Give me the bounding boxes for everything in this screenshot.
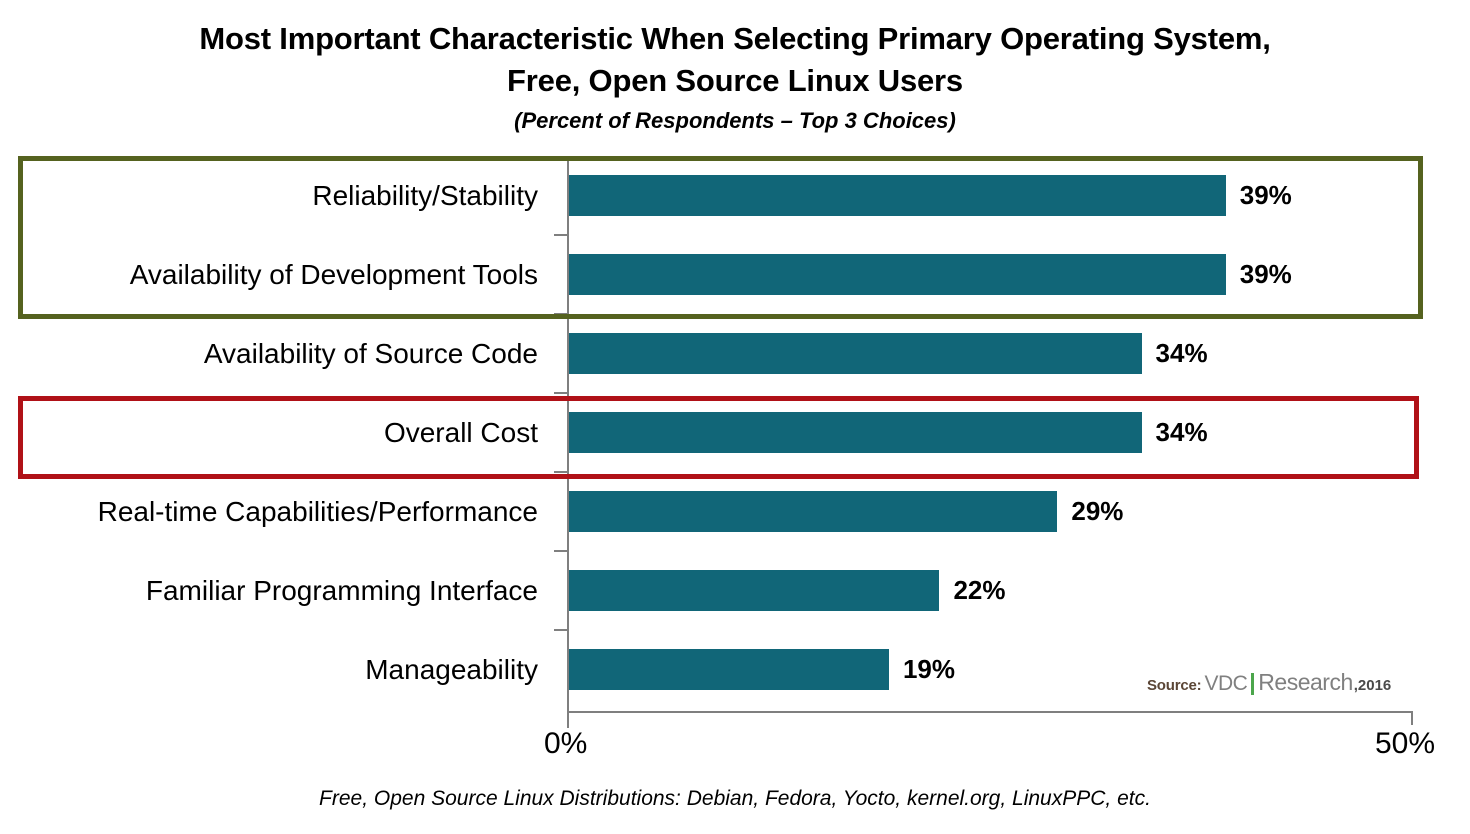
category-axis-baseline	[567, 711, 1413, 713]
bar-value-label: 39%	[1239, 180, 1292, 210]
bar-value-label: 29%	[1071, 496, 1124, 526]
bar	[569, 491, 1058, 532]
bar-value-label: 34%	[1155, 417, 1208, 447]
bar	[569, 649, 889, 690]
bar	[569, 333, 1142, 374]
source-attribution: Source: VDC Research ,2016	[1147, 669, 1391, 696]
axis-minor-tick	[554, 471, 567, 473]
bar-category-label: Overall Cost	[383, 416, 538, 448]
axis-minor-tick	[554, 313, 567, 315]
bar-row: Familiar Programming Interface 22%	[0, 551, 1470, 630]
bar-row: Reliability/Stability 39%	[0, 156, 1470, 235]
bar-category-label: Availability of Development Tools	[129, 258, 538, 290]
chart-title-block: Most Important Characteristic When Selec…	[0, 18, 1470, 138]
chart-footnote: Free, Open Source Linux Distributions: D…	[319, 787, 1151, 810]
bar-row: Availability of Development Tools 39%	[0, 235, 1470, 314]
bar-value-label: 19%	[902, 654, 955, 684]
bar-row: Overall Cost 34%	[0, 393, 1470, 472]
bar	[569, 175, 1226, 216]
axis-tick-label-min: 0%	[544, 727, 588, 760]
source-year-label: ,2016	[1353, 677, 1392, 694]
bar-category-label: Reliability/Stability	[312, 179, 538, 211]
axis-start-tick	[567, 711, 569, 725]
bar	[569, 570, 940, 611]
page-title-line-1: Most Important Characteristic When Selec…	[199, 21, 1271, 56]
axis-minor-tick	[554, 234, 567, 236]
page-title-line-2: Free, Open Source Linux Users	[507, 63, 963, 98]
bar-value-label: 39%	[1239, 259, 1292, 289]
chart-plot-area: Reliability/Stability 39% Availability of …	[0, 140, 1470, 740]
bar	[569, 412, 1142, 453]
axis-tick-label-max: 50%	[1375, 727, 1436, 760]
axis-minor-tick	[554, 550, 567, 552]
bar-value-label: 34%	[1155, 338, 1208, 368]
bar-value-label: 22%	[953, 575, 1006, 605]
axis-end-tick	[1411, 711, 1413, 725]
source-brand-vdc: VDC	[1204, 672, 1248, 695]
bar	[569, 254, 1226, 295]
source-divider-bar	[1251, 672, 1255, 695]
axis-minor-tick	[554, 629, 567, 631]
axis-minor-tick	[554, 392, 567, 394]
source-brand-research: Research	[1258, 669, 1353, 695]
bar-category-label: Manageability	[365, 653, 538, 685]
bar-category-label: Availability of Source Code	[203, 337, 538, 369]
chart-subtitle: (Percent of Respondents – Top 3 Choices)	[514, 108, 956, 133]
bar-category-label: Familiar Programming Interface	[145, 574, 538, 606]
source-prefix-label: Source:	[1147, 677, 1202, 694]
bar-category-label: Real-time Capabilities/Performance	[97, 495, 538, 527]
bar-row: Real-time Capabilities/Performance 29%	[0, 472, 1470, 551]
bar-row: Availability of Source Code 34%	[0, 314, 1470, 393]
